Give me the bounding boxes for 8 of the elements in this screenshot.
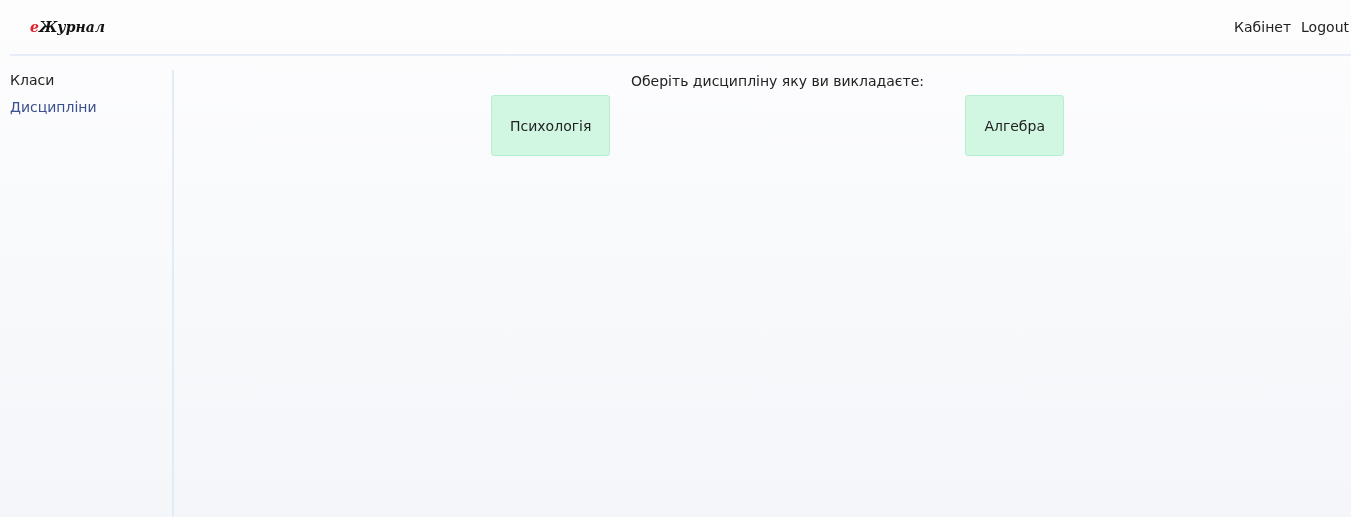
- nav-link[interactable]: Logout: [1301, 19, 1349, 35]
- prompt-text: Оберіть дисципліну яку ви викладаєте:: [630, 73, 925, 89]
- sidebar-item[interactable]: Дисципліни: [10, 99, 172, 115]
- nav-link[interactable]: Кабінет: [1234, 19, 1292, 35]
- logo[interactable]: еЖурнал: [30, 19, 105, 35]
- sidebar-item[interactable]: Класи: [10, 72, 172, 88]
- discipline-card[interactable]: Алгебра: [965, 95, 1064, 156]
- discipline-card[interactable]: Психологія: [491, 95, 611, 156]
